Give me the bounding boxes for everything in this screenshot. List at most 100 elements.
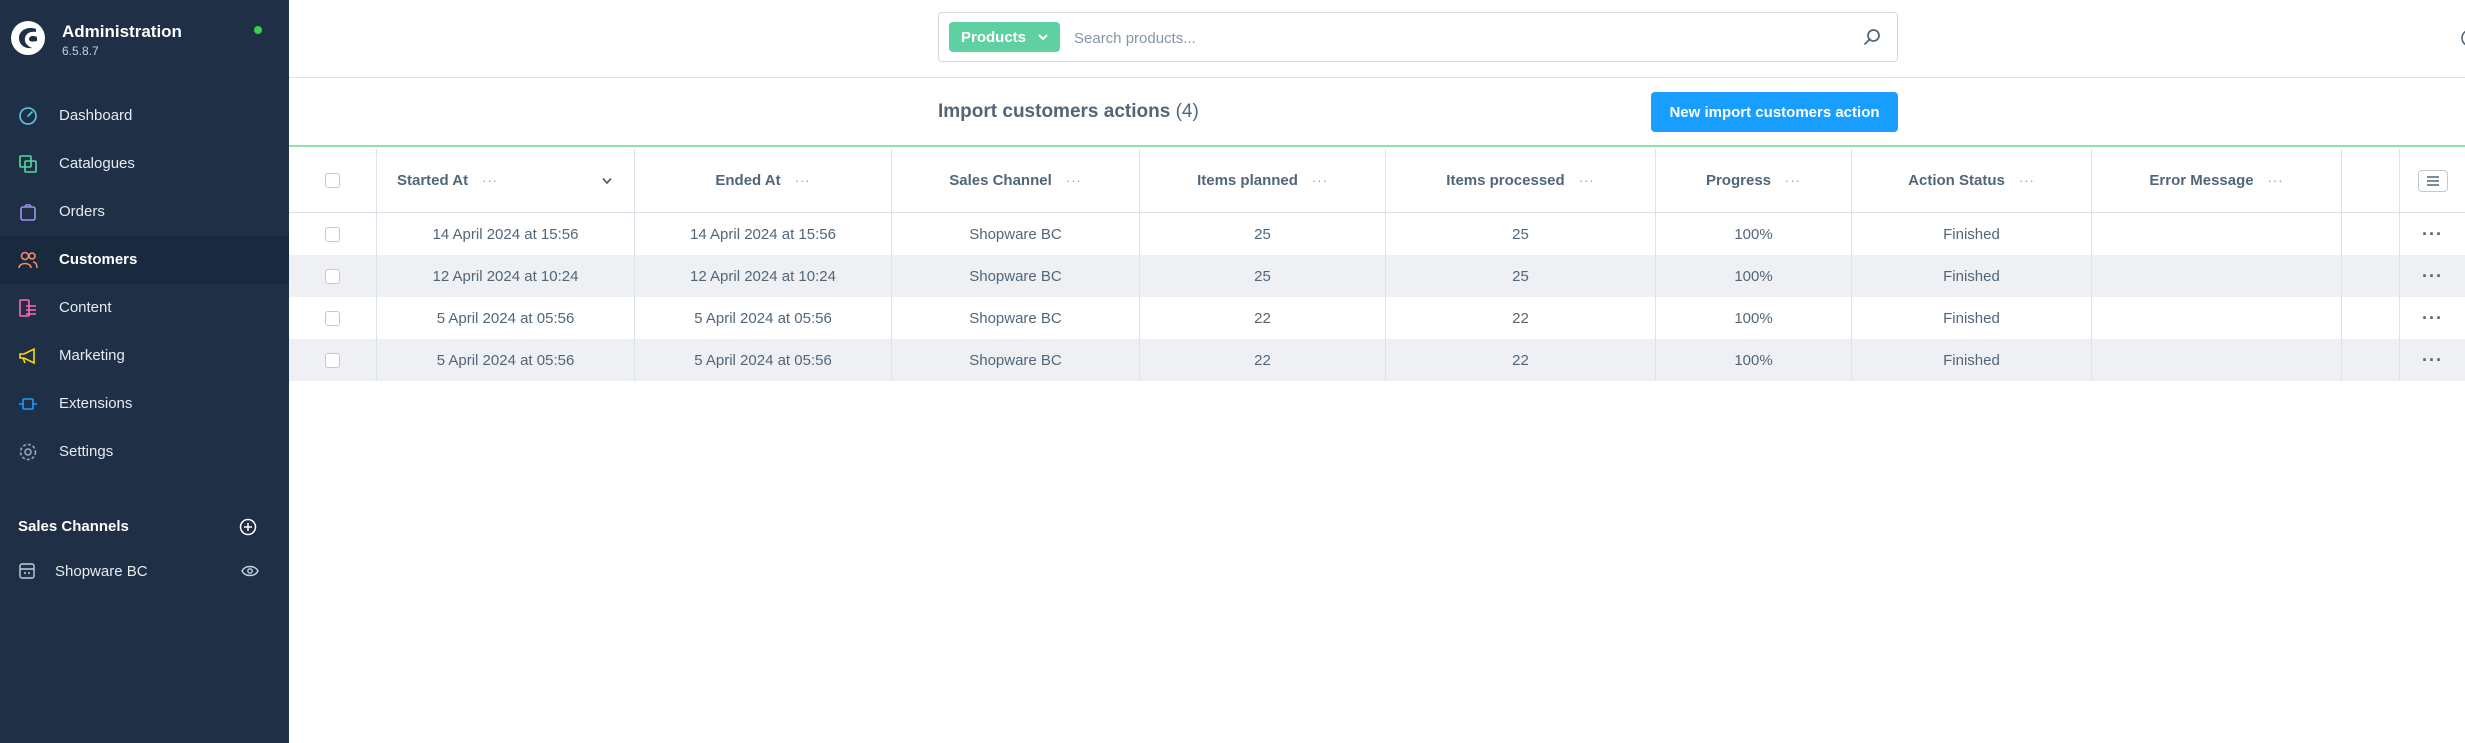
cell-sales-channel: Shopware BC xyxy=(892,339,1140,381)
column-menu-icon[interactable]: ··· xyxy=(482,173,498,188)
column-menu-icon[interactable]: ··· xyxy=(1312,173,1328,188)
row-select-cell xyxy=(289,255,377,297)
cell-action-status: Finished xyxy=(1852,339,2092,381)
cell-items-processed: 25 xyxy=(1386,213,1656,255)
spacer-cell xyxy=(2342,149,2400,212)
main-navigation: Dashboard Catalogues Orders Customers Co… xyxy=(0,92,289,476)
row-select-cell xyxy=(289,339,377,381)
row-actions-icon[interactable]: ··· xyxy=(2422,350,2443,371)
table-row[interactable]: 14 April 2024 at 15:56 14 April 2024 at … xyxy=(289,213,2465,255)
new-import-customers-action-button[interactable]: New import customers action xyxy=(1651,92,1898,132)
cell-progress: 100% xyxy=(1656,213,1852,255)
column-menu-icon[interactable]: ··· xyxy=(795,173,811,188)
cell-items-processed: 22 xyxy=(1386,297,1656,339)
cell-progress: 100% xyxy=(1656,255,1852,297)
sidebar-item-settings[interactable]: Settings xyxy=(0,428,289,476)
cell-sales-channel: Shopware BC xyxy=(892,213,1140,255)
column-menu-icon[interactable]: ··· xyxy=(1579,173,1595,188)
row-checkbox[interactable] xyxy=(325,352,340,368)
orders-icon xyxy=(20,203,36,221)
grid-settings-button[interactable] xyxy=(2417,169,2448,192)
global-search: Products xyxy=(938,12,1898,62)
table-row[interactable]: 5 April 2024 at 05:56 5 April 2024 at 05… xyxy=(289,339,2465,381)
row-actions-cell: ··· xyxy=(2400,213,2465,255)
cell-error-message xyxy=(2092,297,2342,339)
column-header-ended-at[interactable]: Ended At ··· xyxy=(635,149,892,212)
row-checkbox[interactable] xyxy=(325,226,340,242)
column-header-label: Error Message xyxy=(2149,172,2254,189)
sidebar: Administration 6.5.8.7 Dashboard Catalog… xyxy=(0,0,289,743)
user-menu-icon[interactable] xyxy=(2459,28,2465,48)
column-header-started-at[interactable]: Started At ··· xyxy=(377,149,635,212)
brand: Administration 6.5.8.7 xyxy=(10,20,278,60)
sidebar-item-content[interactable]: Content xyxy=(0,284,289,332)
column-header-error-message[interactable]: Error Message ··· xyxy=(2092,149,2342,212)
row-actions-icon[interactable]: ··· xyxy=(2422,266,2443,287)
column-header-progress[interactable]: Progress ··· xyxy=(1656,149,1852,212)
cell-items-processed: 22 xyxy=(1386,339,1656,381)
sidebar-item-marketing[interactable]: Marketing xyxy=(0,332,289,380)
cell-started-at: 14 April 2024 at 15:56 xyxy=(377,213,635,255)
row-actions-cell: ··· xyxy=(2400,297,2465,339)
table-row[interactable]: 12 April 2024 at 10:24 12 April 2024 at … xyxy=(289,255,2465,297)
cell-ended-at: 5 April 2024 at 05:56 xyxy=(635,297,892,339)
page-header: Import customers actions (4) New import … xyxy=(289,79,2465,147)
list-settings-icon xyxy=(2426,175,2439,186)
cell-ended-at: 12 April 2024 at 10:24 xyxy=(635,255,892,297)
extensions-icon xyxy=(19,398,37,410)
column-menu-icon[interactable]: ··· xyxy=(2019,173,2035,188)
spacer-cell xyxy=(2342,339,2400,381)
column-header-label: Action Status xyxy=(1908,172,2005,189)
sidebar-item-label: Settings xyxy=(59,443,114,460)
row-checkbox[interactable] xyxy=(325,268,340,284)
column-header-items-processed[interactable]: Items processed ··· xyxy=(1386,149,1656,212)
select-all-checkbox[interactable] xyxy=(325,173,340,188)
column-menu-icon[interactable]: ··· xyxy=(1785,173,1801,188)
column-header-items-planned[interactable]: Items planned ··· xyxy=(1140,149,1386,212)
catalogues-icon xyxy=(19,155,37,173)
sales-channels-title: Sales Channels xyxy=(18,518,129,535)
sales-channel-item[interactable]: Shopware BC xyxy=(18,562,263,584)
app-title: Administration xyxy=(62,22,182,41)
sales-channels-header: Sales Channels xyxy=(18,518,263,538)
shopware-logo-icon[interactable] xyxy=(10,20,46,56)
item-count: (4) xyxy=(1175,101,1199,122)
cell-progress: 100% xyxy=(1656,297,1852,339)
table-row[interactable]: 5 April 2024 at 05:56 5 April 2024 at 05… xyxy=(289,297,2465,339)
column-header-label: Progress xyxy=(1705,172,1772,189)
sidebar-item-orders[interactable]: Orders xyxy=(0,188,289,236)
column-header-label: Ended At xyxy=(715,172,781,189)
column-header-sales-channel[interactable]: Sales Channel ··· xyxy=(892,149,1140,212)
sidebar-item-extensions[interactable]: Extensions xyxy=(0,380,289,428)
row-checkbox[interactable] xyxy=(325,310,340,326)
row-actions-icon[interactable]: ··· xyxy=(2422,224,2443,245)
eye-icon[interactable] xyxy=(241,564,259,578)
search-type-dropdown[interactable]: Products xyxy=(949,22,1060,52)
sidebar-item-catalogues[interactable]: Catalogues xyxy=(0,140,289,188)
cell-action-status: Finished xyxy=(1852,213,2092,255)
add-sales-channel-icon[interactable] xyxy=(239,518,257,536)
sidebar-item-label: Extensions xyxy=(59,395,133,412)
sidebar-item-label: Orders xyxy=(59,203,105,220)
column-header-label: Started At xyxy=(397,172,469,189)
spacer-cell xyxy=(2342,297,2400,339)
sort-descending-icon[interactable] xyxy=(602,177,612,185)
search-icon[interactable] xyxy=(1863,28,1881,46)
row-actions-icon[interactable]: ··· xyxy=(2422,308,2443,329)
search-input[interactable] xyxy=(1074,24,1834,52)
cell-items-planned: 22 xyxy=(1140,339,1386,381)
sidebar-item-dashboard[interactable]: Dashboard xyxy=(0,92,289,140)
storefront-icon xyxy=(19,563,35,579)
column-header-label: Items planned xyxy=(1197,172,1298,189)
sidebar-item-customers[interactable]: Customers xyxy=(0,236,289,284)
page-title: Import customers actions (4) xyxy=(938,101,1199,123)
data-grid: Started At ··· Ended At ··· Sales Channel ·… xyxy=(289,149,2465,381)
column-menu-icon[interactable]: ··· xyxy=(1066,173,1082,188)
sidebar-item-label: Marketing xyxy=(59,347,125,364)
column-menu-icon[interactable]: ··· xyxy=(2268,173,2284,188)
column-header-label: Items processed xyxy=(1446,172,1565,189)
cell-started-at: 5 April 2024 at 05:56 xyxy=(377,339,635,381)
column-header-action-status[interactable]: Action Status ··· xyxy=(1852,149,2092,212)
cell-progress: 100% xyxy=(1656,339,1852,381)
settings-icon xyxy=(19,443,37,461)
